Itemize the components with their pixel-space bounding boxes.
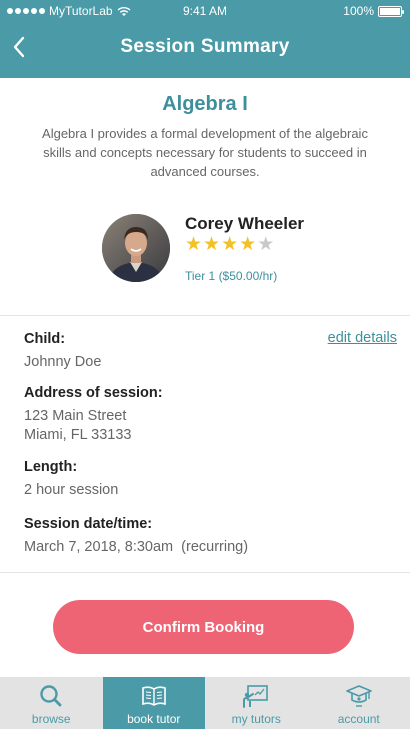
status-bar: MyTutorLab 9:41 AM 100%	[0, 0, 410, 22]
tab-browse[interactable]: browse	[0, 677, 103, 729]
tab-browse-label: browse	[31, 712, 71, 726]
tab-book-tutor-label: book tutor	[127, 712, 181, 726]
tab-book-tutor[interactable]: book tutor	[102, 677, 205, 729]
divider	[0, 315, 410, 316]
tab-my-tutors-label: my tutors	[231, 712, 281, 726]
address-line-2: Miami, FL 33133	[24, 427, 132, 443]
book-icon	[141, 686, 166, 706]
battery-percent: 100%	[343, 4, 374, 18]
address-label: Address of session:	[24, 385, 163, 401]
tab-my-tutors[interactable]: my tutors	[205, 677, 308, 729]
tab-bar: browse book tutor my tutors account	[0, 677, 410, 729]
child-label: Child:	[24, 331, 66, 347]
confirm-booking-button[interactable]: Confirm Booking	[53, 600, 354, 654]
datetime-label: Session date/time:	[24, 516, 153, 532]
star-icon: ★	[185, 234, 203, 255]
battery-icon	[378, 5, 404, 17]
tutor-tier: Tier 1 ($50.00/hr)	[185, 269, 278, 283]
datetime-value: March 7, 2018, 8:30am (recurring)	[24, 539, 249, 555]
tab-account[interactable]: account	[308, 677, 410, 729]
star-icon: ★	[257, 234, 275, 255]
divider	[0, 572, 410, 573]
course-description: Algebra I provides a formal development …	[42, 126, 368, 179]
star-icon: ★	[239, 234, 257, 255]
battery-group: 100%	[343, 4, 404, 18]
presentation-icon	[243, 685, 269, 708]
star-icon: ★	[221, 234, 239, 255]
search-icon	[40, 685, 62, 707]
page-title: Session Summary	[120, 36, 290, 57]
child-value: Johnny Doe	[24, 354, 102, 370]
tutor-card: Corey Wheeler ★ ★ ★ ★ ★ Tier 1 ($50.00/hr)	[0, 210, 410, 310]
top-bar: MyTutorLab 9:41 AM 100% Session Summary	[0, 0, 410, 78]
tutor-avatar	[102, 214, 170, 282]
rating-stars: ★ ★ ★ ★ ★	[185, 235, 274, 255]
star-icon: ★	[203, 234, 221, 255]
length-label: Length:	[24, 459, 78, 475]
address-line-1: 123 Main Street	[24, 408, 127, 424]
tutor-name: Corey Wheeler	[185, 214, 305, 233]
length-value: 2 hour session	[24, 482, 119, 498]
graduation-cap-icon	[345, 685, 372, 707]
edit-details-link[interactable]: edit details	[328, 330, 397, 346]
tab-account-label: account	[337, 712, 380, 726]
course-title: Algebra I	[162, 93, 248, 115]
